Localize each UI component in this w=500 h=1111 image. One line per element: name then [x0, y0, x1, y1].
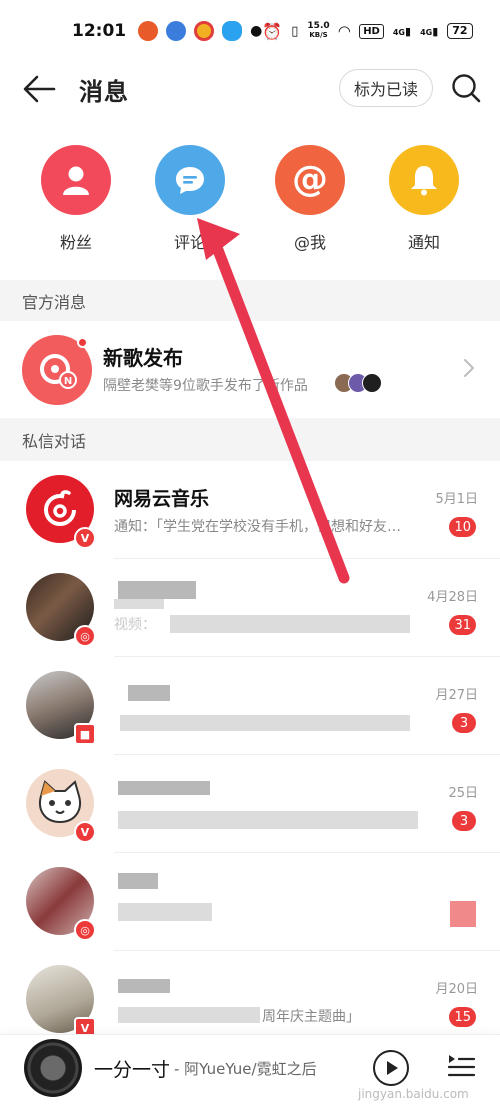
artist-mini-avatar	[362, 373, 382, 393]
network-speed: 15.0 KB/S	[307, 22, 329, 40]
category-label: @我	[293, 233, 326, 252]
mark-all-read-button[interactable]: 标为已读	[339, 69, 433, 107]
watermark: jingyan.baidu.com	[358, 1087, 469, 1101]
category-mentions[interactable]: @ @我	[270, 145, 350, 253]
hd-badge: HD	[359, 23, 384, 39]
category-notices[interactable]: 通知	[384, 145, 464, 253]
official-subtitle: 隔壁老樊等9位歌手发布了新作品	[103, 378, 308, 394]
comments-circle	[155, 145, 225, 215]
music-badge-icon: ◎	[74, 919, 96, 941]
comment-icon	[176, 167, 204, 194]
search-icon[interactable]	[450, 72, 482, 104]
signal-label-2: 4G	[420, 27, 433, 37]
status-time: 12:01	[72, 21, 127, 41]
status-bar: 12:01 ● ⏰ ▯ 15.0 KB/S ◠ HD 4G▮ 4G▮ 72	[0, 0, 500, 62]
user-icon	[63, 166, 89, 195]
chat-date: 月20日	[435, 982, 478, 997]
blurred-preview	[118, 1007, 260, 1023]
notices-circle	[389, 145, 459, 215]
song-title: 一分一寸	[94, 1059, 171, 1081]
section-header-official: 官方消息	[0, 280, 500, 321]
chat-row[interactable]: V 网易云音乐 通知：「学生党在学校没有手机，但想和好友… 5月1日 10	[0, 461, 500, 559]
chat-date: 月27日	[435, 688, 478, 703]
battery-indicator: 72	[447, 23, 473, 39]
fans-circle	[41, 145, 111, 215]
back-arrow-icon[interactable]	[22, 74, 56, 104]
wifi-icon: ◠	[338, 22, 351, 40]
more-dot-icon: ●	[250, 23, 263, 39]
chat-row[interactable]: ■ 月27日 3	[0, 657, 500, 755]
category-label: 粉丝	[59, 233, 92, 252]
app-notification-icon	[138, 21, 159, 41]
blurred-preview	[118, 811, 418, 829]
bell-icon	[411, 166, 437, 196]
blurred-preview	[170, 615, 410, 633]
blurred-badge	[450, 901, 476, 927]
chat-row[interactable]: V 25日 3	[0, 755, 500, 853]
signal-label-1: 4G	[392, 27, 405, 37]
blurred-name	[118, 581, 196, 599]
blurred-name	[128, 685, 170, 701]
category-label: 通知	[407, 233, 440, 252]
app-notification-icon	[166, 21, 187, 41]
new-song-icon: N	[40, 354, 77, 389]
page-header: 消息 标为已读	[0, 62, 500, 116]
chat-preview: 视频：	[114, 617, 156, 633]
blurred-preview	[120, 715, 410, 731]
category-label: 评论	[173, 233, 206, 252]
verified-badge: V	[74, 527, 96, 549]
unread-dot	[77, 337, 88, 348]
chevron-right-icon	[464, 359, 475, 377]
unread-count-badge: 3	[452, 713, 476, 733]
play-icon[interactable]	[372, 1049, 410, 1087]
vibrate-icon: ▯	[291, 23, 299, 39]
svg-text:N: N	[64, 376, 72, 387]
chat-preview: 通知：「学生党在学校没有手机，但想和好友…	[114, 519, 401, 535]
system-status: ⏰ ▯ 15.0 KB/S ◠ HD 4G▮ 4G▮ 72	[262, 21, 473, 41]
blurred-name	[118, 979, 170, 993]
weibo-notification-icon	[194, 21, 215, 41]
chat-date: 5月1日	[435, 492, 478, 507]
official-title: 新歌发布	[103, 346, 183, 370]
qq-notification-icon	[222, 21, 243, 41]
signal-icon-2: 4G▮	[420, 24, 439, 38]
category-fans[interactable]: 粉丝	[36, 145, 116, 253]
chat-name: 网易云音乐	[114, 488, 210, 510]
blurred-name	[118, 873, 158, 889]
blurred-name	[114, 599, 164, 609]
chat-date: 4月28日	[427, 590, 478, 605]
blurred-name	[118, 781, 210, 795]
section-header-private: 私信对话	[0, 418, 500, 461]
page-title: 消息	[79, 78, 129, 106]
chat-date: 25日	[448, 786, 478, 801]
chat-row[interactable]: ◎ 视频： 4月28日 31	[0, 559, 500, 657]
unread-count-badge: 31	[449, 615, 476, 635]
notification-icons: ●	[138, 21, 262, 41]
song-artist: - 阿YueYue/霓虹之后	[174, 1060, 317, 1078]
official-message-row[interactable]: N 新歌发布 隔壁老樊等9位歌手发布了新作品	[0, 321, 500, 418]
signal-icon-1: 4G▮	[392, 24, 412, 38]
netease-logo-icon	[44, 490, 76, 526]
alarm-icon: ⏰	[262, 21, 283, 41]
unread-count-badge: 10	[449, 517, 476, 537]
verified-badge: V	[74, 821, 96, 843]
playlist-icon[interactable]	[446, 1051, 476, 1081]
network-speed-value: 15.0	[307, 21, 330, 31]
category-comments[interactable]: 评论	[150, 145, 230, 253]
unread-count-badge: 3	[452, 811, 476, 831]
chat-row[interactable]: ◎	[0, 853, 500, 951]
music-badge-icon: ◎	[74, 625, 96, 647]
at-icon: @	[292, 159, 328, 200]
blurred-preview	[118, 903, 212, 921]
network-speed-unit: KB/S	[309, 31, 328, 39]
music-badge-icon: ■	[74, 723, 96, 745]
chat-preview: 周年庆主题曲」	[262, 1009, 360, 1025]
mentions-circle: @	[275, 145, 345, 215]
unread-count-badge: 15	[449, 1007, 476, 1027]
album-disc[interactable]	[24, 1039, 82, 1097]
